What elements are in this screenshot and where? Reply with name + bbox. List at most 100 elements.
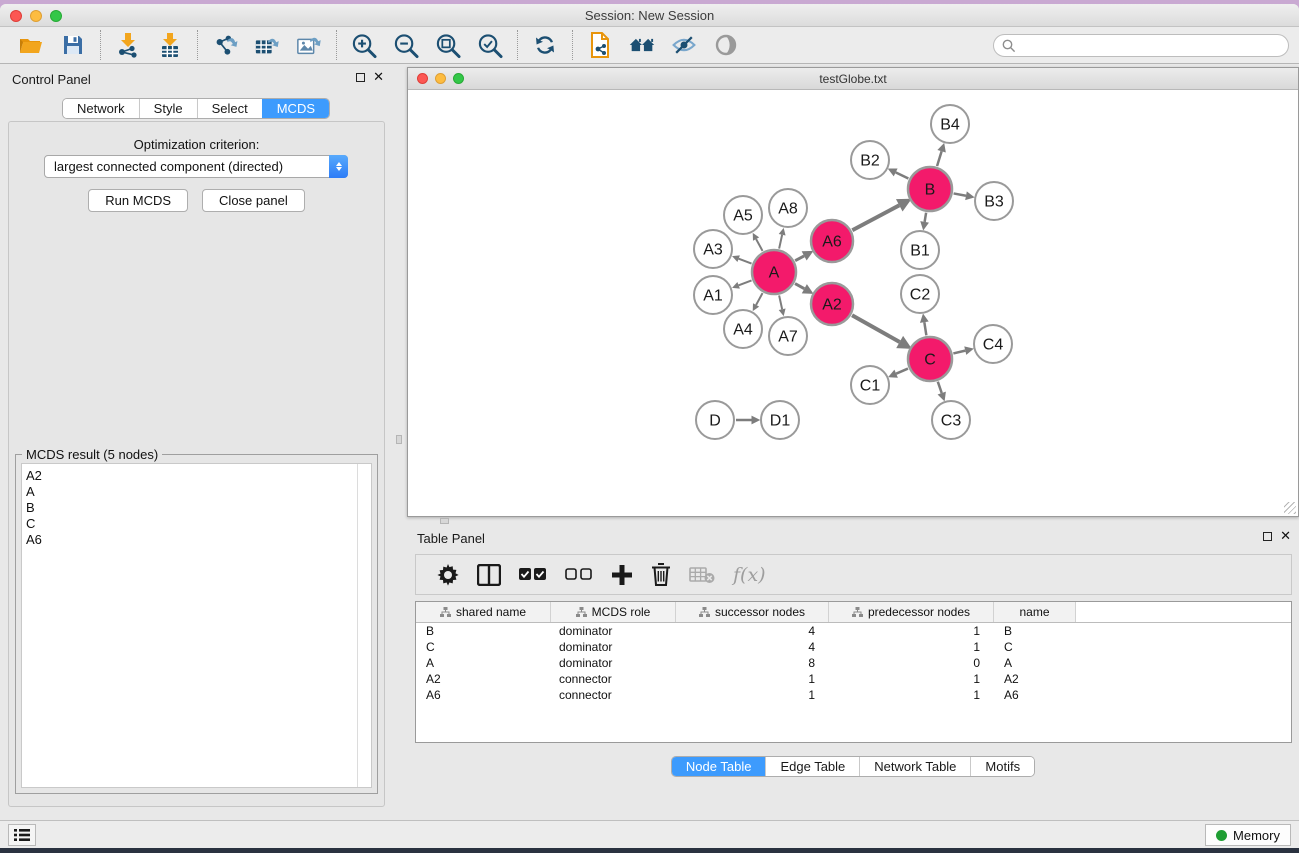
edge-B-B2[interactable]	[896, 172, 909, 178]
save-session-icon[interactable]	[60, 32, 86, 58]
edge-A-A3[interactable]	[739, 259, 752, 264]
graph-node-D[interactable]: D	[696, 401, 734, 439]
graph-node-B4[interactable]: B4	[931, 105, 969, 143]
table-row[interactable]: Cdominator41C	[416, 639, 1291, 655]
settings-gear-icon[interactable]	[437, 564, 459, 586]
graph-node-A4[interactable]: A4	[724, 310, 762, 348]
graph-node-C2[interactable]: C2	[901, 275, 939, 313]
tab-edge-table[interactable]: Edge Table	[765, 757, 859, 776]
export-network-icon[interactable]	[212, 32, 238, 58]
tab-node-table[interactable]: Node Table	[672, 757, 766, 776]
edge-A-A5[interactable]	[756, 239, 762, 251]
task-history-button[interactable]	[8, 824, 36, 846]
tab-style[interactable]: Style	[139, 99, 197, 118]
mcds-result-item[interactable]: B	[26, 500, 371, 516]
edge-A-A8[interactable]	[779, 235, 782, 249]
edge-C-C2[interactable]	[924, 322, 926, 335]
graph-node-A7[interactable]: A7	[769, 317, 807, 355]
zoom-out-icon[interactable]	[393, 32, 419, 58]
graph-node-C3[interactable]: C3	[932, 401, 970, 439]
search-input[interactable]	[993, 34, 1289, 57]
close-panel-icon[interactable]: ✕	[373, 72, 384, 82]
table-row[interactable]: Adominator80A	[416, 655, 1291, 671]
home-networks-icon[interactable]	[629, 32, 655, 58]
mcds-result-item[interactable]: A2	[26, 468, 371, 484]
mcds-result-item[interactable]: A	[26, 484, 371, 500]
graph-node-B3[interactable]: B3	[975, 182, 1013, 220]
edge-C-C1[interactable]	[896, 369, 908, 374]
edge-A2-C[interactable]	[852, 315, 900, 342]
table-row[interactable]: A6connector11A6	[416, 687, 1291, 703]
zoom-in-icon[interactable]	[351, 32, 377, 58]
tab-motifs[interactable]: Motifs	[970, 757, 1034, 776]
run-mcds-button[interactable]: Run MCDS	[88, 189, 188, 212]
open-session-file-icon[interactable]	[587, 32, 613, 58]
refresh-icon[interactable]	[532, 32, 558, 58]
edge-B-B4[interactable]	[937, 151, 942, 166]
resize-grip-icon[interactable]	[1284, 502, 1296, 514]
column-header-successor-nodes[interactable]: successor nodes	[676, 602, 829, 622]
zoom-selected-icon[interactable]	[477, 32, 503, 58]
zoom-fit-icon[interactable]	[435, 32, 461, 58]
memory-button[interactable]: Memory	[1205, 824, 1291, 846]
open-folder-icon[interactable]	[18, 32, 44, 58]
tab-select[interactable]: Select	[197, 99, 262, 118]
mcds-result-item[interactable]: A6	[26, 532, 371, 548]
mcds-result-item[interactable]: C	[26, 516, 371, 532]
network-canvas[interactable]: B4 B2 B B3 A5A8A6 A3 A B1 A1 C2 A2 A4A7 C4 C C1 C3 D D1	[408, 90, 1298, 516]
edge-C-C4[interactable]	[953, 351, 965, 354]
column-header-name[interactable]: name	[994, 602, 1076, 622]
tab-network-table[interactable]: Network Table	[859, 757, 970, 776]
import-table-icon[interactable]	[157, 32, 183, 58]
svg-text:C4: C4	[983, 337, 1004, 354]
graph-node-A3[interactable]: A3	[694, 230, 732, 268]
graph-node-B1[interactable]: B1	[901, 231, 939, 269]
edge-B-B3[interactable]	[954, 193, 966, 195]
node-table[interactable]: shared nameMCDS rolesuccessor nodesprede…	[415, 601, 1292, 743]
add-column-icon[interactable]	[611, 564, 633, 586]
graph-node-B[interactable]: B	[908, 167, 952, 211]
graph-node-A1[interactable]: A1	[694, 276, 732, 314]
tab-mcds[interactable]: MCDS	[262, 99, 329, 118]
table-row[interactable]: Bdominator41B	[416, 623, 1291, 639]
graph-node-A[interactable]: A	[752, 250, 796, 294]
import-network-icon[interactable]	[115, 32, 141, 58]
edge-C-C3[interactable]	[938, 382, 942, 393]
export-table-icon[interactable]	[254, 32, 280, 58]
float-table-panel-icon[interactable]	[1263, 532, 1272, 541]
close-table-panel-icon[interactable]: ✕	[1280, 531, 1291, 541]
tab-network[interactable]: Network	[63, 99, 139, 118]
delete-column-trash-icon[interactable]	[651, 563, 671, 586]
edge-A-A4[interactable]	[756, 293, 762, 305]
graph-node-C1[interactable]: C1	[851, 366, 889, 404]
deselect-checkboxes-icon[interactable]	[565, 568, 593, 582]
criterion-dropdown[interactable]: largest connected component (directed)	[44, 155, 348, 178]
graph-node-C[interactable]: C	[908, 337, 952, 381]
graph-node-A2[interactable]: A2	[811, 283, 853, 325]
graph-node-D1[interactable]: D1	[761, 401, 799, 439]
edge-A-A1[interactable]	[739, 280, 752, 285]
edge-A-A6[interactable]	[795, 256, 804, 261]
graph-node-C4[interactable]: C4	[974, 325, 1012, 363]
edge-A6-B[interactable]	[852, 205, 899, 230]
hide-selection-eye-icon[interactable]	[671, 32, 697, 58]
close-panel-button[interactable]: Close panel	[202, 189, 305, 212]
column-layout-icon[interactable]	[477, 564, 501, 586]
graph-node-A5[interactable]: A5	[724, 196, 762, 234]
edge-A-A7[interactable]	[779, 295, 782, 309]
edge-B-B1[interactable]	[925, 213, 927, 222]
column-header-predecessor-nodes[interactable]: predecessor nodes	[829, 602, 994, 622]
graph-node-A6[interactable]: A6	[811, 220, 853, 262]
table-row[interactable]: A2connector11A2	[416, 671, 1291, 687]
graph-node-A8[interactable]: A8	[769, 189, 807, 227]
column-header-shared-name[interactable]: shared name	[416, 602, 551, 622]
vertical-splitter[interactable]	[392, 65, 407, 815]
graph-node-B2[interactable]: B2	[851, 141, 889, 179]
mcds-result-list[interactable]: A2ABCA6	[21, 463, 372, 788]
edge-A-A2[interactable]	[795, 284, 804, 289]
select-all-checkboxes-icon[interactable]	[519, 568, 547, 582]
show-selection-eye-icon[interactable]	[713, 32, 739, 58]
column-header-MCDS-role[interactable]: MCDS role	[551, 602, 676, 622]
export-image-icon[interactable]	[296, 32, 322, 58]
float-panel-icon[interactable]	[356, 73, 365, 82]
